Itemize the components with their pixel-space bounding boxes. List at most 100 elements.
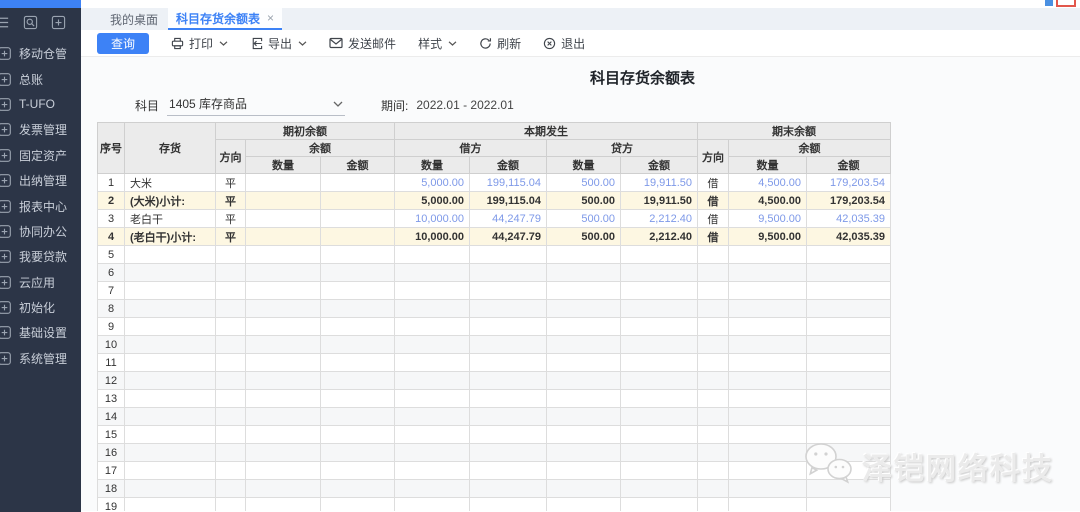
- search-window-icon[interactable]: [23, 15, 38, 30]
- cell-empty: [321, 408, 395, 426]
- menu-lines-icon[interactable]: [0, 15, 10, 30]
- table-row-empty: 9: [98, 318, 891, 336]
- app-window: 移动仓管总账 T-UFO发票管理固定资产出纳管理报表中心协同办公我要贷款云应用初始…: [0, 0, 1080, 512]
- sidebar-item-label: 总账: [19, 71, 43, 88]
- cell-debit_qty: 5,000.00: [395, 192, 470, 210]
- cell-end_qty[interactable]: 4,500.00: [729, 174, 807, 192]
- sidebar-item-1[interactable]: 总账: [0, 66, 81, 91]
- sidebar-item-3[interactable]: 发票管理: [0, 117, 81, 142]
- chevron-down-icon: [448, 41, 457, 46]
- cell-empty: [729, 282, 807, 300]
- subject-select[interactable]: 1405 库存商品: [167, 94, 345, 116]
- cell-debit_qty[interactable]: 5,000.00: [395, 174, 470, 192]
- cell-empty: [216, 336, 246, 354]
- query-button[interactable]: 查询: [97, 33, 149, 54]
- cell-empty: [216, 498, 246, 512]
- cell-direction: 平: [216, 174, 246, 192]
- header-balance: 余额: [246, 140, 395, 157]
- sidebar-item-12[interactable]: 系统管理: [0, 346, 81, 371]
- sidebar-item-9[interactable]: 云应用: [0, 270, 81, 295]
- cell-empty: [216, 426, 246, 444]
- cell-credit_amount[interactable]: 2,212.40: [621, 210, 698, 228]
- sidebar-item-label: 基础设置: [19, 324, 67, 341]
- tab-my-desktop[interactable]: 我的桌面: [100, 8, 168, 30]
- cell-end_amount[interactable]: 42,035.39: [807, 210, 891, 228]
- close-icon[interactable]: ×: [267, 11, 274, 25]
- table-row: 1大米平5,000.00199,115.04500.0019,911.50借4,…: [98, 174, 891, 192]
- subject-value: 1405 库存商品: [169, 95, 247, 112]
- cell-debit_amount[interactable]: 44,247.79: [470, 210, 547, 228]
- cell-empty: [621, 462, 698, 480]
- sidebar-item-5[interactable]: 出纳管理: [0, 168, 81, 193]
- cell-end_qty[interactable]: 9,500.00: [729, 210, 807, 228]
- tab-subject-inventory-balance[interactable]: 科目存货余额表 ×: [168, 8, 282, 30]
- cell-empty: [698, 444, 729, 462]
- header-credit: 贷方: [547, 140, 698, 157]
- cell-empty: [807, 354, 891, 372]
- cell-seq: 17: [98, 462, 125, 480]
- cell-seq: 5: [98, 246, 125, 264]
- cell-open_qty: [246, 228, 321, 246]
- cell-empty: [621, 444, 698, 462]
- cell-empty: [125, 480, 216, 498]
- cell-empty: [216, 408, 246, 426]
- send-mail-button[interactable]: 发送邮件: [329, 35, 396, 52]
- cell-inventory: 大米: [125, 174, 216, 192]
- cell-empty: [470, 498, 547, 512]
- header-debit: 借方: [395, 140, 547, 157]
- send-mail-label: 发送邮件: [348, 35, 396, 52]
- cell-empty: [125, 318, 216, 336]
- sidebar-item-10[interactable]: 初始化: [0, 295, 81, 320]
- sidebar-item-8[interactable]: 我要贷款: [0, 244, 81, 269]
- style-button[interactable]: 样式: [418, 35, 457, 52]
- cell-empty: [321, 336, 395, 354]
- cell-empty: [547, 282, 621, 300]
- cell-empty: [321, 480, 395, 498]
- cell-empty: [246, 408, 321, 426]
- table-row-empty: 15: [98, 426, 891, 444]
- print-button[interactable]: 打印: [171, 35, 228, 52]
- cell-empty: [729, 300, 807, 318]
- cell-empty: [470, 480, 547, 498]
- cell-empty: [470, 246, 547, 264]
- sidebar-item-6[interactable]: 报表中心: [0, 193, 81, 218]
- cell-debit_qty[interactable]: 10,000.00: [395, 210, 470, 228]
- cell-open_amount: [321, 228, 395, 246]
- cell-open_qty: [246, 210, 321, 228]
- cell-empty: [216, 264, 246, 282]
- sidebar-item-11[interactable]: 基础设置: [0, 320, 81, 345]
- cell-empty: [125, 372, 216, 390]
- cell-seq: 12: [98, 372, 125, 390]
- sidebar-item-label: 协同办公: [19, 223, 67, 240]
- mail-icon: [329, 37, 343, 49]
- refresh-button[interactable]: 刷新: [479, 35, 521, 52]
- cell-empty: [125, 354, 216, 372]
- cell-credit_qty[interactable]: 500.00: [547, 210, 621, 228]
- cell-empty: [729, 264, 807, 282]
- cell-empty: [125, 462, 216, 480]
- cell-debit_amount[interactable]: 199,115.04: [470, 174, 547, 192]
- cell-seq: 9: [98, 318, 125, 336]
- exit-button[interactable]: 退出: [543, 35, 585, 52]
- sidebar-item-2[interactable]: T-UFO: [0, 92, 81, 117]
- new-window-icon[interactable]: [51, 15, 66, 30]
- cell-direction: 平: [216, 228, 246, 246]
- table-row-empty: 14: [98, 408, 891, 426]
- cell-credit_amount[interactable]: 19,911.50: [621, 174, 698, 192]
- chevron-down-icon: [333, 101, 343, 107]
- cell-end_amount[interactable]: 179,203.54: [807, 174, 891, 192]
- module-icon: [0, 300, 12, 315]
- sidebar-item-4[interactable]: 固定资产: [0, 143, 81, 168]
- sidebar-item-7[interactable]: 协同办公: [0, 219, 81, 244]
- sidebar-item-0[interactable]: 移动仓管: [0, 41, 81, 66]
- cell-seq: 16: [98, 444, 125, 462]
- cell-credit_qty[interactable]: 500.00: [547, 174, 621, 192]
- table-row: 2(大米)小计:平5,000.00199,115.04500.0019,911.…: [98, 192, 891, 210]
- export-button[interactable]: 导出: [250, 35, 307, 52]
- sidebar-item-label: 报表中心: [19, 198, 67, 215]
- cell-empty: [125, 264, 216, 282]
- cell-empty: [698, 354, 729, 372]
- cell-empty: [547, 318, 621, 336]
- subject-label: 科目: [135, 97, 159, 114]
- cell-empty: [698, 282, 729, 300]
